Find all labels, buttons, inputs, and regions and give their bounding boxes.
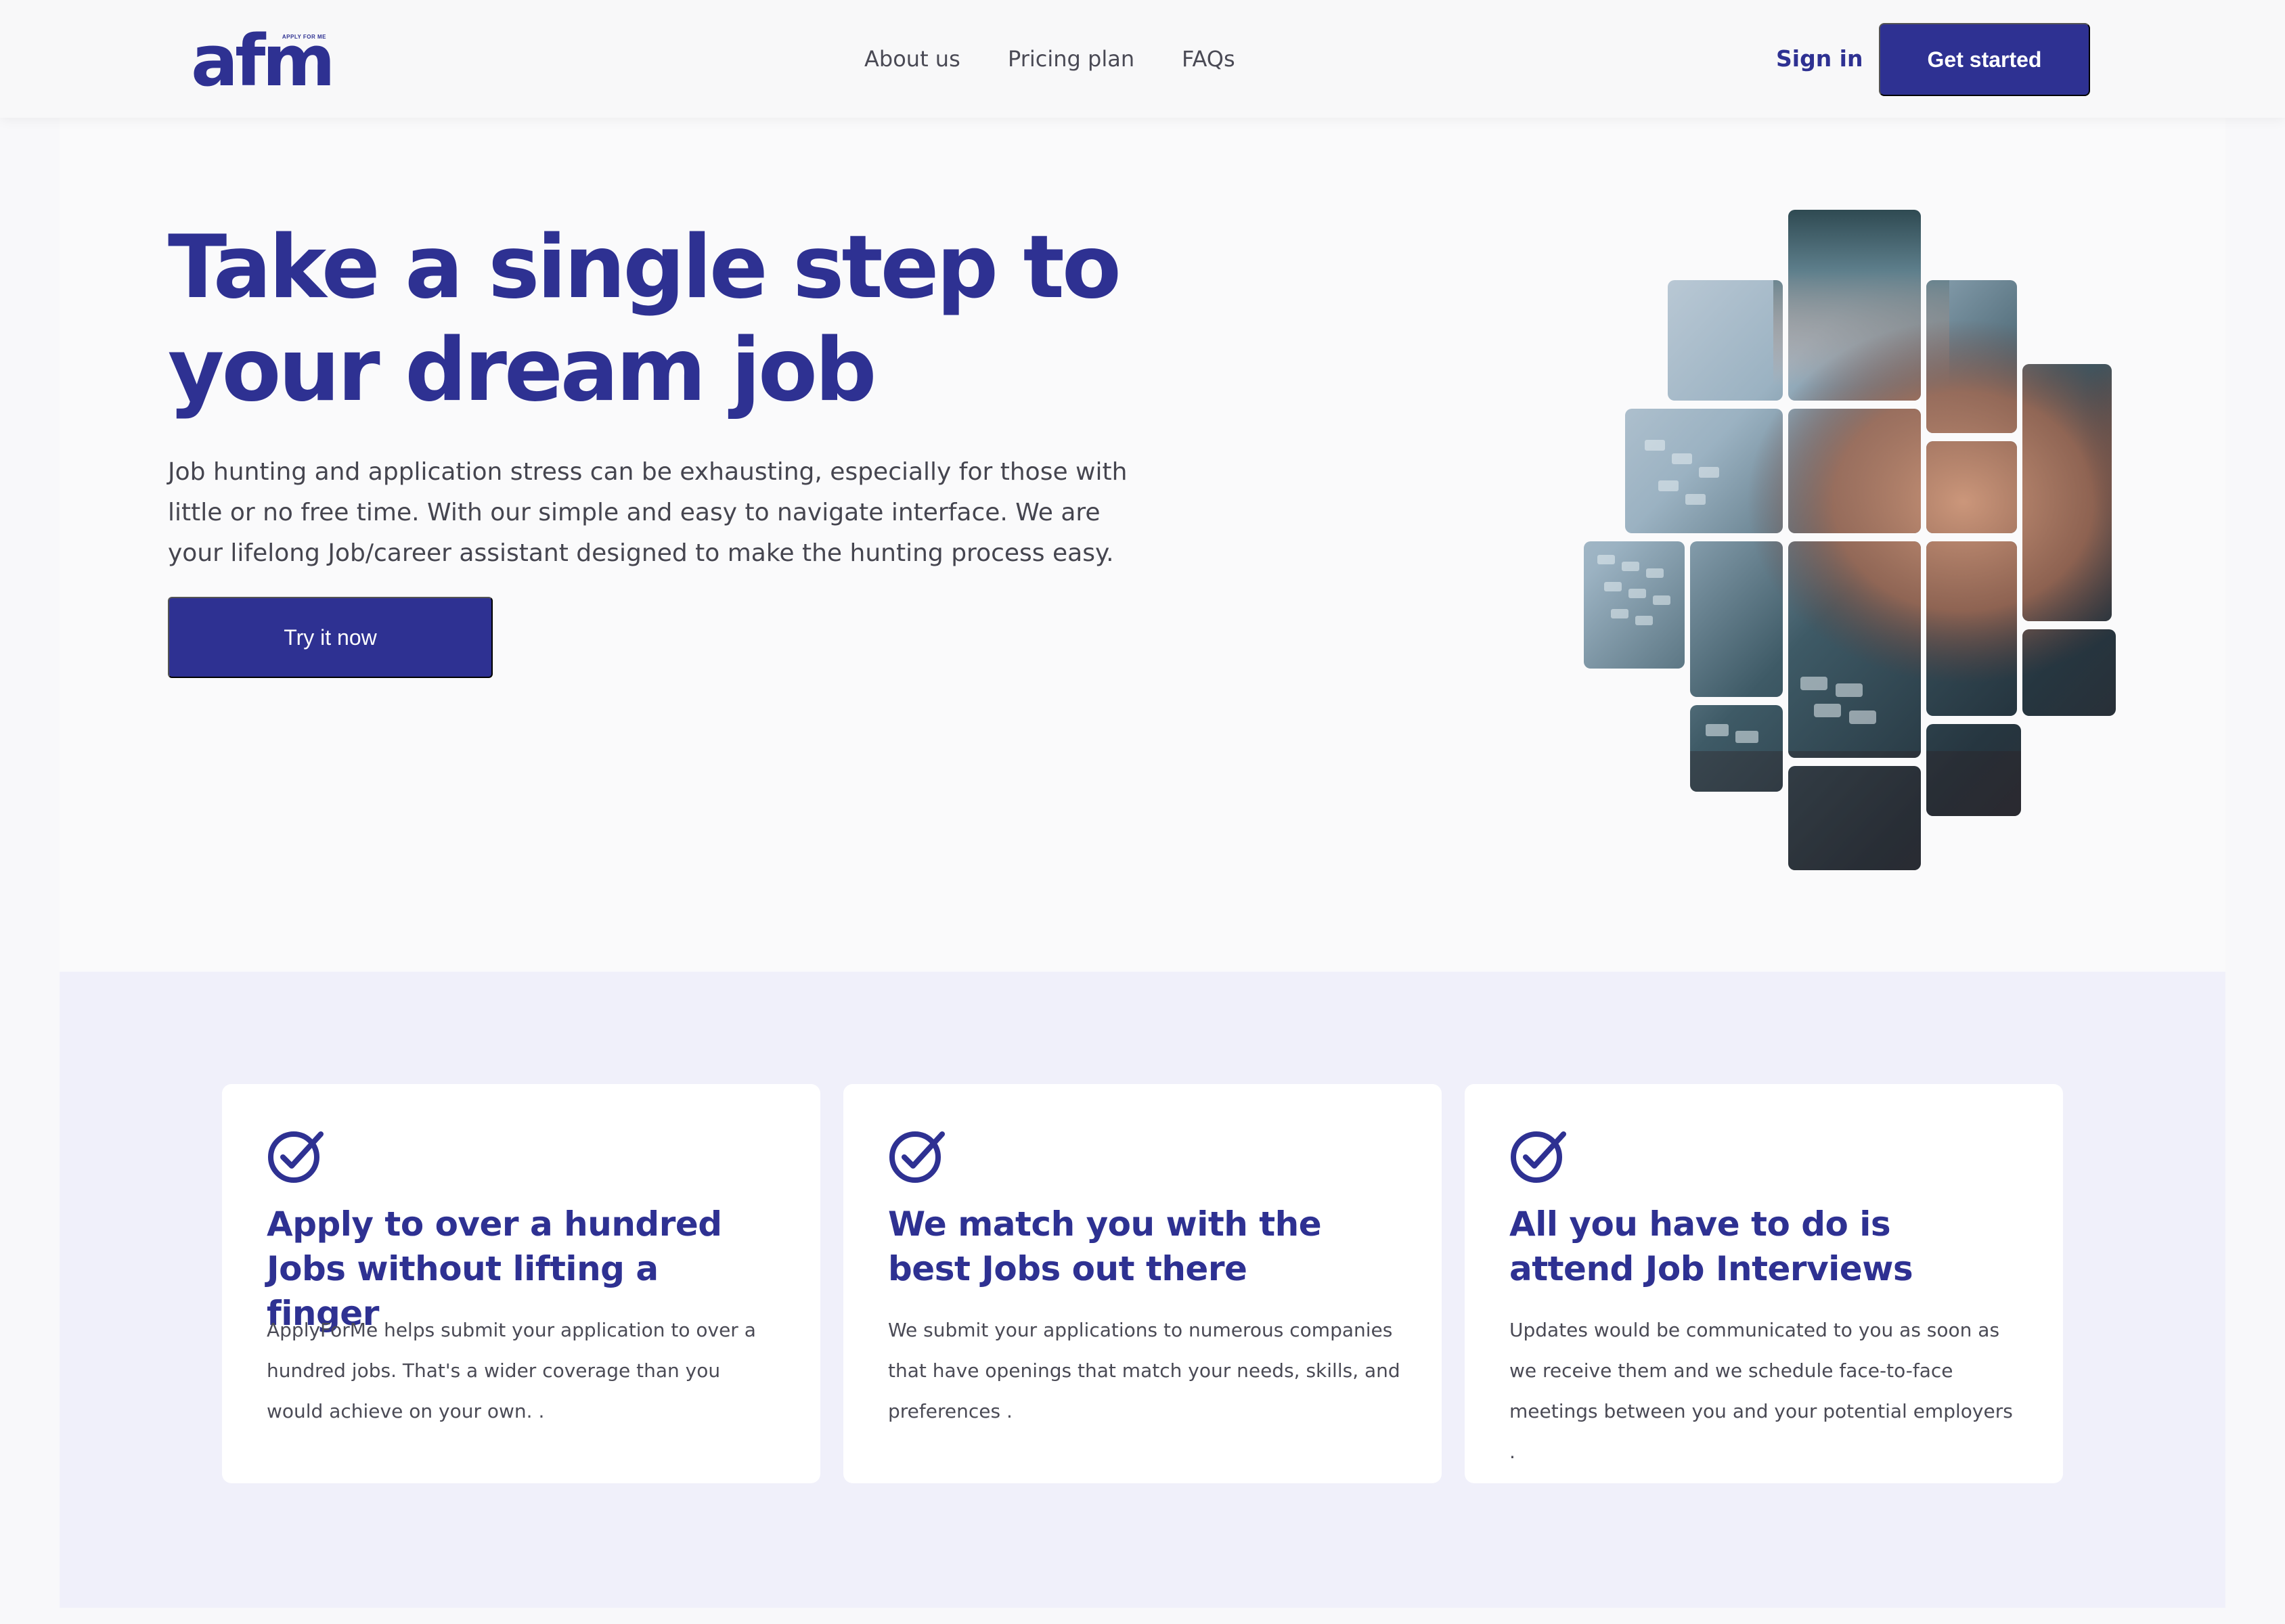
feature-text: ApplyForMe helps submit your application… — [267, 1319, 756, 1422]
feature-title: All you have to do is attend Job Intervi… — [1509, 1204, 1913, 1288]
features-section: Apply to over a hundred Jobs without lif… — [60, 972, 2225, 1608]
site-header: APPLY FOR ME afm About us Pricing plan F… — [0, 0, 2285, 118]
feature-card: All you have to do is attend Job Intervi… — [1465, 1084, 2063, 1483]
feature-text: Updates would be communicated to you as … — [1509, 1319, 2013, 1463]
check-circle-icon — [889, 1131, 945, 1183]
feature-card: We match you with the best Jobs out ther… — [843, 1084, 1442, 1483]
feature-title: We match you with the best Jobs out ther… — [888, 1204, 1322, 1288]
nav-faqs[interactable]: FAQs — [1182, 42, 1235, 76]
hero-title-line-2: your dream job — [168, 320, 877, 421]
sign-in-link[interactable]: Sign in — [1776, 42, 1863, 76]
hero-title: Take a single step to your dream job — [168, 217, 1251, 422]
nav-about-us[interactable]: About us — [864, 42, 960, 76]
try-it-now-button[interactable]: Try it now — [168, 597, 493, 678]
hero-section: Take a single step to your dream job Job… — [60, 118, 2225, 972]
nav-pricing-plan[interactable]: Pricing plan — [1008, 42, 1134, 76]
feature-text: We submit your applications to numerous … — [888, 1319, 1400, 1422]
typing-on-keyboard-mosaic-image — [1584, 210, 2116, 870]
feature-card: Apply to over a hundred Jobs without lif… — [222, 1084, 820, 1483]
hero-title-line-1: Take a single step to — [168, 217, 1122, 318]
check-circle-icon — [268, 1131, 324, 1183]
hero-description: Job hunting and application stress can b… — [168, 458, 1128, 567]
check-circle-icon — [1511, 1131, 1566, 1183]
get-started-button[interactable]: Get started — [1879, 23, 2090, 96]
